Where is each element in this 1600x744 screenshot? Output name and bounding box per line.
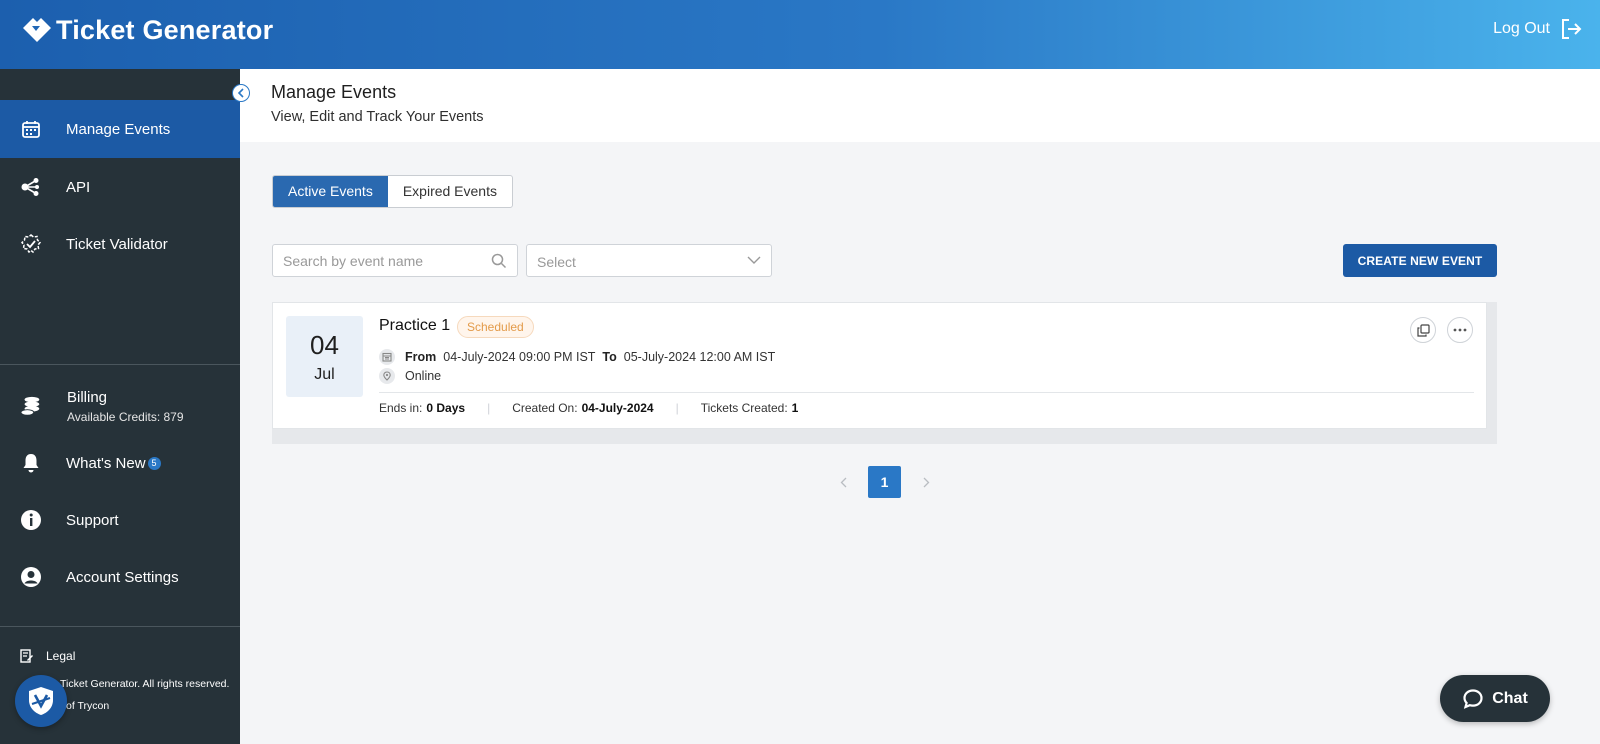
bell-icon — [20, 452, 42, 474]
whats-new-label: What's New — [66, 454, 146, 472]
select-placeholder: Select — [537, 254, 576, 270]
previous-page-button[interactable] — [834, 466, 852, 498]
event-location: Online — [379, 368, 441, 384]
copyright-text: Ticket Generator. All rights reserved. — [60, 678, 230, 690]
available-credits: Available Credits: 879 — [67, 410, 184, 424]
meta-separator: | — [675, 401, 679, 415]
sidebar-item-label: API — [66, 178, 91, 196]
brand-name: Ticket Generator — [56, 14, 274, 45]
page-header: Manage Events View, Edit and Track Your … — [240, 69, 1600, 142]
sidebar-item-whats-new[interactable]: What's New 5 — [0, 434, 240, 492]
shield-badge-button[interactable] — [15, 675, 67, 727]
event-location-text: Online — [405, 369, 442, 383]
tickets-created-label: Tickets Created: — [700, 401, 788, 415]
coins-icon — [20, 395, 42, 417]
sidebar: Manage Events API Ticket Validator Billi… — [0, 69, 240, 744]
sidebar-item-label: Manage Events — [66, 120, 171, 138]
chat-label: Chat — [1492, 689, 1528, 707]
more-horizontal-icon — [1453, 328, 1467, 332]
event-day: 04 — [310, 330, 339, 360]
ends-in-label: Ends in: — [379, 401, 423, 415]
page-subtitle: View, Edit and Track Your Events — [271, 109, 484, 125]
sidebar-item-support[interactable]: Support — [0, 491, 240, 549]
sidebar-item-label: Account Settings — [66, 568, 179, 586]
event-meta: Ends in: 0 Days | Created On: 04-July-20… — [379, 401, 798, 415]
sidebar-collapse-button[interactable] — [232, 84, 250, 102]
event-schedule: From 04-July-2024 09:00 PM IST To 05-Jul… — [379, 349, 775, 365]
copy-icon — [1416, 323, 1430, 337]
event-card[interactable]: 04 Jul Practice 1 Scheduled From 04-July… — [272, 302, 1487, 429]
search-input[interactable] — [273, 245, 473, 276]
calendar-icon — [379, 349, 395, 365]
search-icon — [491, 253, 507, 269]
meta-separator: | — [487, 401, 491, 415]
chat-bubble-icon — [1463, 688, 1483, 709]
sidebar-item-billing[interactable]: Billing Available Credits: 879 — [0, 377, 240, 435]
chat-button[interactable]: Chat — [1440, 675, 1550, 722]
sidebar-item-label: Support — [66, 511, 119, 529]
chevron-right-icon — [923, 477, 929, 487]
share-nodes-icon — [20, 176, 42, 198]
sidebar-item-ticket-validator[interactable]: Ticket Validator — [0, 215, 240, 273]
page-number[interactable]: 1 — [868, 466, 901, 498]
event-end: 05-July-2024 12:00 AM IST — [623, 350, 776, 364]
badge-check-icon — [20, 233, 42, 255]
filter-select[interactable]: Select — [526, 244, 772, 277]
tickets-created-value: 1 — [791, 401, 799, 415]
page-title: Manage Events — [271, 82, 397, 102]
event-tabs: Active Events Expired Events — [272, 175, 513, 208]
logout-icon — [1562, 19, 1582, 39]
top-header: Ticket Generator Log Out — [0, 0, 1600, 69]
next-page-button[interactable] — [917, 466, 935, 498]
chevron-left-icon — [840, 477, 846, 487]
pagination: 1 — [834, 466, 935, 498]
brand[interactable]: Ticket Generator — [20, 14, 273, 46]
logout-label: Log Out — [1493, 20, 1550, 37]
owner-text: of Trycon — [66, 700, 110, 712]
legal-label: Legal — [46, 649, 76, 663]
created-on-label: Created On: — [512, 401, 578, 415]
created-on-value: 04-July-2024 — [581, 401, 654, 415]
tab-active-events[interactable]: Active Events — [273, 176, 388, 207]
location-pin-icon — [379, 368, 395, 384]
tab-expired-events[interactable]: Expired Events — [388, 176, 512, 207]
card-divider — [379, 392, 1474, 393]
event-start: 04-July-2024 09:00 PM IST — [443, 350, 596, 364]
event-date-box: 04 Jul — [286, 316, 363, 397]
info-icon — [20, 509, 42, 531]
event-list: 04 Jul Practice 1 Scheduled From 04-July… — [272, 302, 1497, 444]
create-new-event-button[interactable]: CREATE NEW EVENT — [1343, 244, 1497, 277]
shield-icon — [29, 687, 53, 715]
ends-in-value: 0 Days — [426, 401, 466, 415]
copy-event-button[interactable] — [1410, 317, 1436, 343]
ticket-logo-icon — [23, 18, 51, 42]
sidebar-item-manage-events[interactable]: Manage Events — [0, 100, 240, 158]
chevron-down-icon — [747, 256, 761, 264]
event-name[interactable]: Practice 1 — [379, 317, 450, 335]
user-circle-icon — [20, 566, 42, 588]
sidebar-item-api[interactable]: API — [0, 158, 240, 216]
to-label: To — [602, 350, 617, 364]
whats-new-badge: 5 — [147, 456, 161, 470]
chevron-left-icon — [237, 88, 244, 98]
event-month: Jul — [314, 366, 335, 383]
document-edit-icon — [20, 649, 33, 663]
billing-label: Billing — [67, 389, 108, 406]
sidebar-item-account-settings[interactable]: Account Settings — [0, 548, 240, 606]
status-badge: Scheduled — [457, 316, 534, 338]
sidebar-item-label: Ticket Validator — [66, 235, 168, 253]
sidebar-divider — [0, 364, 240, 365]
from-label: From — [405, 350, 437, 364]
calendar-icon — [20, 118, 42, 140]
sidebar-divider — [0, 626, 240, 627]
search-field — [272, 244, 518, 277]
more-options-button[interactable] — [1447, 317, 1473, 343]
logout-button[interactable]: Log Out — [1493, 18, 1582, 40]
legal-link[interactable]: Legal — [20, 649, 75, 663]
